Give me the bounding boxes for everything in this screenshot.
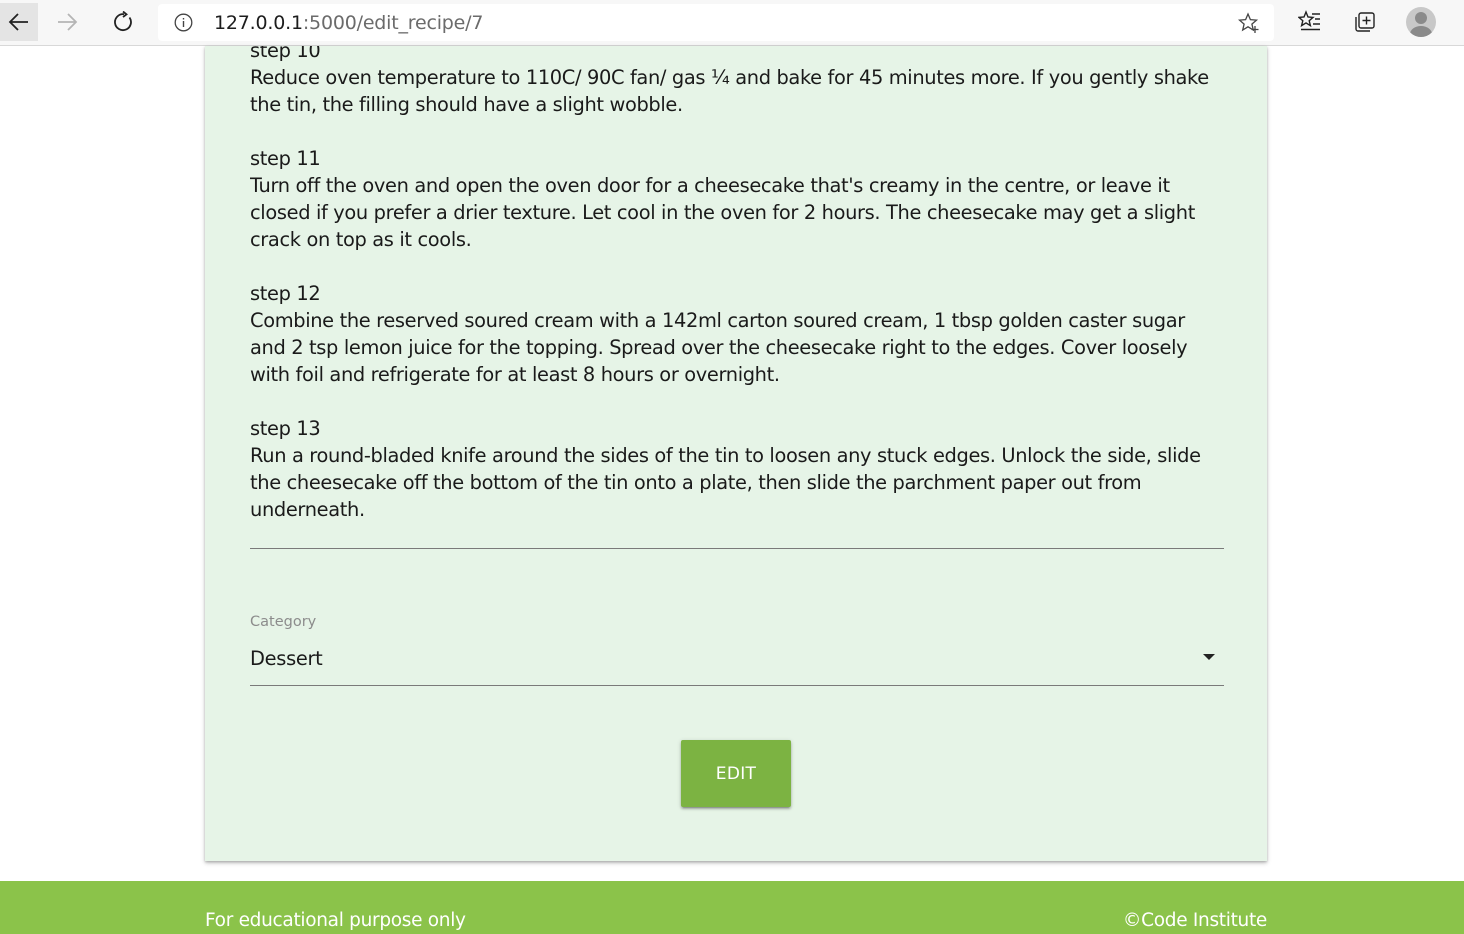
profile-avatar-icon bbox=[1406, 7, 1436, 37]
step-text: Run a round-bladed knife around the side… bbox=[250, 444, 1201, 521]
step-label: step 10 bbox=[250, 46, 321, 62]
forward-button[interactable] bbox=[48, 3, 86, 41]
footer-copyright: ©Code Institute bbox=[1122, 910, 1267, 931]
step-label: step 12 bbox=[250, 282, 321, 305]
url-host: 127.0.0.1 bbox=[214, 12, 303, 34]
star-add-icon[interactable] bbox=[1238, 12, 1260, 34]
favorites-button[interactable] bbox=[1294, 6, 1326, 38]
edit-recipe-card: step 10 Reduce oven temperature to 110C/… bbox=[205, 46, 1267, 861]
page-footer: For educational purpose only ©Code Insti… bbox=[0, 881, 1464, 934]
favorites-icon bbox=[1298, 10, 1320, 31]
browser-toolbar: 127.0.0.1:5000/edit_recipe/7 bbox=[0, 0, 1464, 46]
step-text: Turn off the oven and open the oven door… bbox=[250, 174, 1195, 251]
caret-down-icon bbox=[1203, 654, 1215, 660]
edit-button[interactable]: EDIT bbox=[681, 740, 791, 807]
reload-button[interactable] bbox=[104, 3, 142, 41]
collections-button[interactable] bbox=[1349, 6, 1381, 38]
instructions-content: step 10 Reduce oven temperature to 110C/… bbox=[250, 46, 1224, 548]
forward-arrow-icon bbox=[58, 13, 78, 31]
footer-disclaimer: For educational purpose only bbox=[205, 910, 466, 931]
category-value: Dessert bbox=[250, 647, 323, 670]
step-label: step 11 bbox=[250, 147, 321, 170]
url-text[interactable]: 127.0.0.1:5000/edit_recipe/7 bbox=[214, 12, 483, 34]
reload-icon bbox=[114, 11, 132, 31]
category-select[interactable]: Dessert bbox=[250, 641, 1224, 686]
step-text: Reduce oven temperature to 110C/ 90C fan… bbox=[250, 66, 1209, 116]
category-label: Category bbox=[250, 614, 317, 630]
step-label: step 13 bbox=[250, 417, 321, 440]
instructions-textarea[interactable]: step 10 Reduce oven temperature to 110C/… bbox=[250, 46, 1224, 549]
step-item: step 13 Run a round-bladed knife around … bbox=[250, 415, 1224, 523]
step-item: step 12 Combine the reserved soured crea… bbox=[250, 280, 1224, 388]
address-bar[interactable]: 127.0.0.1:5000/edit_recipe/7 bbox=[158, 4, 1274, 41]
profile-button[interactable] bbox=[1405, 6, 1437, 38]
step-item: step 10 Reduce oven temperature to 110C/… bbox=[250, 46, 1224, 118]
step-item: step 11 Turn off the oven and open the o… bbox=[250, 145, 1224, 253]
step-text: Combine the reserved soured cream with a… bbox=[250, 309, 1188, 386]
info-icon[interactable] bbox=[174, 13, 193, 32]
url-path: :5000/edit_recipe/7 bbox=[302, 12, 484, 34]
back-arrow-icon bbox=[8, 13, 28, 31]
back-button[interactable] bbox=[0, 3, 38, 41]
collections-icon bbox=[1355, 12, 1375, 32]
